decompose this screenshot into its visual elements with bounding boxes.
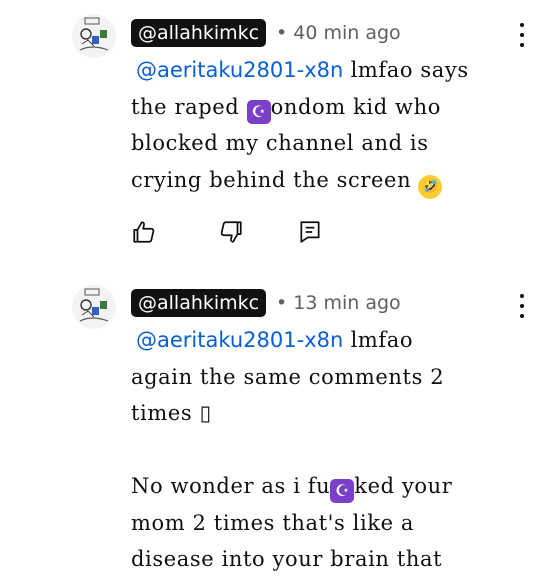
avatar[interactable] <box>72 285 116 329</box>
more-vert-icon[interactable] <box>516 23 528 47</box>
missing-glyph-icon: ▯ <box>199 401 212 425</box>
star-crescent-emoji-icon: ☪ <box>330 479 355 503</box>
comment-text-segment: the raped <box>131 94 247 119</box>
more-vert-icon[interactable] <box>516 294 528 318</box>
comment-timestamp: • 13 min ago <box>276 292 401 314</box>
comment-text: @aeritaku2801-x8n lmfao says the raped ☪… <box>131 52 546 199</box>
comment-text: @aeritaku2801-x8n lmfao again the same c… <box>131 322 546 578</box>
thumbs-down-icon[interactable] <box>218 219 244 245</box>
comment-text-segment: ondom kid who <box>270 94 441 119</box>
comment-text-segment: again the same comments 2 <box>131 364 445 389</box>
mention-link[interactable]: @aeritaku2801-x8n <box>136 328 343 352</box>
avatar-drawing-icon <box>79 17 109 51</box>
comment-text-segment: crying behind the screen <box>131 167 419 192</box>
avatar-drawing-icon <box>79 288 109 322</box>
star-crescent-emoji-icon: ☪ <box>246 99 271 124</box>
avatar[interactable] <box>72 14 116 58</box>
comment-text-segment: lmfao <box>343 328 414 352</box>
comment-text-segment: lmfao says <box>343 58 469 82</box>
comment-text-segment: disease into your brain that <box>131 547 443 571</box>
mention-link[interactable]: @aeritaku2801-x8n <box>136 58 343 82</box>
comment-text-segment: ked your <box>354 474 453 498</box>
reply-comment-icon[interactable] <box>297 219 323 245</box>
author-handle[interactable]: @allahkimkc <box>131 19 267 47</box>
comment-text-segment: blocked my channel and is <box>131 131 429 155</box>
comment-text-segment: times <box>131 401 200 425</box>
comment-text-segment: No wonder as i fu <box>131 474 331 498</box>
comment-timestamp: • 40 min ago <box>276 22 401 44</box>
author-handle[interactable]: @allahkimkc <box>131 289 267 317</box>
thumbs-up-icon[interactable] <box>131 219 157 245</box>
rolling-laughing-emoji-icon: 🤣 <box>418 174 443 199</box>
comment-text-segment: mom 2 times that's like a <box>131 510 415 535</box>
